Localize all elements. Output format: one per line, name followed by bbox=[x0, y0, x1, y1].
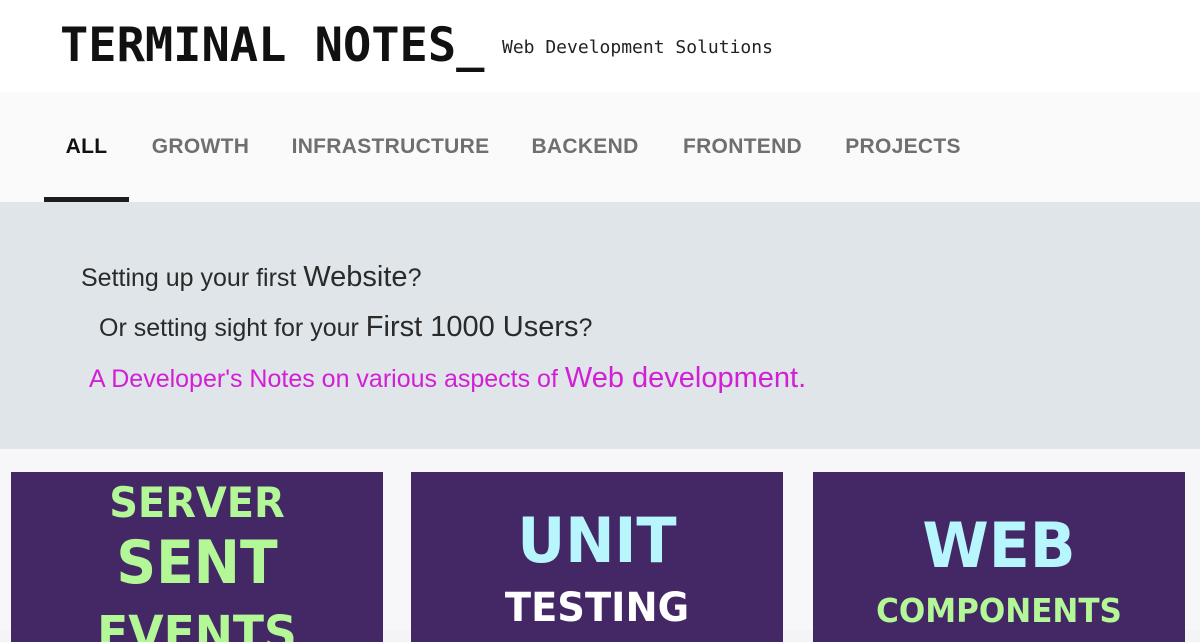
hero-line-suffix: ? bbox=[407, 264, 422, 292]
site-tagline: Web Development Solutions bbox=[502, 37, 773, 58]
category-nav: ALL GROWTH INFRASTRUCTURE BACKEND FRONTE… bbox=[0, 92, 1200, 202]
card-title-word: SENT bbox=[116, 528, 278, 598]
card-title-word: WEB bbox=[922, 509, 1076, 582]
tab-projects[interactable]: PROJECTS bbox=[836, 92, 970, 202]
hero-line-emphasis: Website bbox=[303, 261, 408, 293]
post-card-web-components[interactable]: WEB COMPONENTS bbox=[813, 472, 1185, 642]
tab-infrastructure[interactable]: INFRASTRUCTURE bbox=[283, 92, 498, 202]
hero-line-emphasis: Web development. bbox=[564, 362, 807, 394]
hero-line-emphasis: First 1000 Users bbox=[365, 311, 579, 343]
tab-backend[interactable]: BACKEND bbox=[520, 92, 650, 202]
card-title-word: UNIT bbox=[517, 504, 677, 577]
site-header: TERMINAL NOTES_ Web Development Solution… bbox=[0, 0, 1200, 93]
site-title[interactable]: TERMINAL NOTES_ bbox=[60, 18, 484, 74]
post-card-server-sent-events[interactable]: SERVER SENT EVENTS bbox=[11, 472, 383, 642]
hero-banner: Setting up your first Website? Or settin… bbox=[0, 202, 1200, 449]
post-card-unit-testing[interactable]: UNIT TESTING bbox=[411, 472, 783, 642]
card-title-word: COMPONENTS bbox=[876, 591, 1122, 630]
hero-line-text: A Developer's Notes on various aspects o… bbox=[89, 365, 565, 393]
hero-line-text: Or setting sight for your bbox=[99, 314, 366, 342]
hero-line-text: Setting up your first bbox=[81, 264, 304, 292]
tab-all[interactable]: ALL bbox=[44, 92, 129, 202]
hero-line-notes: A Developer's Notes on various aspects o… bbox=[89, 361, 806, 400]
card-title-word: SERVER bbox=[109, 478, 285, 527]
hero-line-suffix: ? bbox=[578, 314, 593, 342]
card-title-word: TESTING bbox=[504, 585, 690, 631]
tab-growth[interactable]: GROWTH bbox=[138, 92, 263, 202]
hero-line-users: Or setting sight for your First 1000 Use… bbox=[99, 310, 592, 349]
hero-line-website: Setting up your first Website? bbox=[81, 260, 421, 299]
post-card-grid: SERVER SENT EVENTS UNIT TESTING WEB COMP… bbox=[0, 449, 1200, 642]
card-title-word: EVENTS bbox=[97, 606, 297, 642]
tab-frontend[interactable]: FRONTEND bbox=[671, 92, 814, 202]
